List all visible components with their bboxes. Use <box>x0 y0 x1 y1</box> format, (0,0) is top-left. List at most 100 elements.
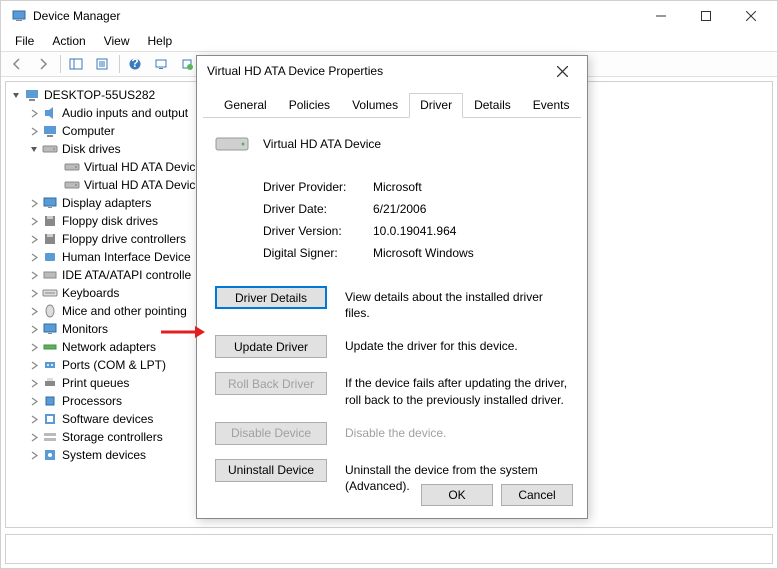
chevron-right-icon[interactable] <box>28 287 40 299</box>
help-button[interactable]: ? <box>123 53 147 75</box>
tree-label: Mice and other pointing <box>62 304 187 318</box>
status-bar <box>5 534 773 564</box>
tree-label: Virtual HD ATA Devic <box>84 178 195 192</box>
drive-icon <box>42 141 58 157</box>
tab-policies[interactable]: Policies <box>278 93 341 118</box>
tree-label: Storage controllers <box>62 430 163 444</box>
chevron-right-icon[interactable] <box>28 377 40 389</box>
chevron-down-icon[interactable] <box>28 143 40 155</box>
chevron-right-icon[interactable] <box>28 395 40 407</box>
date-value: 6/21/2006 <box>373 202 426 216</box>
audio-icon <box>42 105 58 121</box>
titlebar: Device Manager <box>1 1 777 31</box>
storage-icon <box>42 429 58 445</box>
properties-dialog: Virtual HD ATA Device Properties General… <box>196 55 588 519</box>
device-name: Virtual HD ATA Device <box>263 137 381 151</box>
monitor-icon <box>42 321 58 337</box>
keyboard-icon <box>42 285 58 301</box>
chevron-right-icon[interactable] <box>28 251 40 263</box>
forward-button[interactable] <box>31 53 55 75</box>
drive-icon <box>215 132 247 156</box>
chevron-right-icon[interactable] <box>28 215 40 227</box>
cancel-button[interactable]: Cancel <box>501 484 573 506</box>
cpu-icon <box>42 393 58 409</box>
show-hide-tree-button[interactable] <box>64 53 88 75</box>
properties-button[interactable] <box>90 53 114 75</box>
hid-icon <box>42 249 58 265</box>
tab-events[interactable]: Events <box>522 93 581 118</box>
chevron-right-icon[interactable] <box>28 305 40 317</box>
chevron-right-icon[interactable] <box>28 323 40 335</box>
tree-label: Computer <box>62 124 115 138</box>
uninstall-device-button[interactable]: Uninstall Device <box>215 459 327 482</box>
menu-view[interactable]: View <box>96 32 138 50</box>
computer-icon <box>42 123 58 139</box>
tab-driver[interactable]: Driver <box>409 93 463 118</box>
tree-label: IDE ATA/ATAPI controlle <box>62 268 191 282</box>
chevron-right-icon[interactable] <box>28 449 40 461</box>
tab-details[interactable]: Details <box>463 93 522 118</box>
tree-label: DESKTOP-55US282 <box>44 88 155 102</box>
svg-text:?: ? <box>131 57 138 70</box>
driver-info: Driver Provider:Microsoft Driver Date:6/… <box>263 176 569 264</box>
network-icon <box>42 339 58 355</box>
update-driver-button[interactable]: Update Driver <box>215 335 327 358</box>
chevron-down-icon[interactable] <box>10 89 22 101</box>
version-value: 10.0.19041.964 <box>373 224 456 238</box>
tree-label: Floppy disk drives <box>62 214 158 228</box>
ok-button[interactable]: OK <box>421 484 493 506</box>
update-driver-desc: Update the driver for this device. <box>345 335 569 354</box>
tree-label: Disk drives <box>62 142 121 156</box>
chevron-right-icon[interactable] <box>28 125 40 137</box>
tree-label: Ports (COM & LPT) <box>62 358 166 372</box>
floppy-icon <box>42 231 58 247</box>
scan-button[interactable] <box>149 53 173 75</box>
floppy-icon <box>42 213 58 229</box>
tab-general[interactable]: General <box>213 93 278 118</box>
tree-label: Network adapters <box>62 340 156 354</box>
disable-device-button[interactable]: Disable Device <box>215 422 327 445</box>
close-button[interactable] <box>728 2 773 30</box>
port-icon <box>42 357 58 373</box>
tree-label: Human Interface Device <box>62 250 191 264</box>
disable-device-desc: Disable the device. <box>345 422 569 441</box>
dialog-titlebar: Virtual HD ATA Device Properties <box>197 56 587 86</box>
drive-icon <box>64 177 80 193</box>
roll-back-driver-button[interactable]: Roll Back Driver <box>215 372 327 395</box>
tree-label: System devices <box>62 448 146 462</box>
date-label: Driver Date: <box>263 202 373 216</box>
chevron-right-icon[interactable] <box>28 359 40 371</box>
menubar: File Action View Help <box>1 31 777 51</box>
chevron-right-icon[interactable] <box>28 233 40 245</box>
tree-label: Virtual HD ATA Devic <box>84 160 195 174</box>
tree-label: Monitors <box>62 322 108 336</box>
tree-label: Processors <box>62 394 122 408</box>
menu-help[interactable]: Help <box>140 32 181 50</box>
mouse-icon <box>42 303 58 319</box>
tab-volumes[interactable]: Volumes <box>341 93 409 118</box>
dialog-title: Virtual HD ATA Device Properties <box>207 64 547 78</box>
provider-label: Driver Provider: <box>263 180 373 194</box>
dialog-close-button[interactable] <box>547 59 577 83</box>
minimize-button[interactable] <box>638 2 683 30</box>
chevron-right-icon[interactable] <box>28 341 40 353</box>
drive-icon <box>64 159 80 175</box>
signer-label: Digital Signer: <box>263 246 373 260</box>
printer-icon <box>42 375 58 391</box>
chevron-right-icon[interactable] <box>28 197 40 209</box>
chevron-right-icon[interactable] <box>28 413 40 425</box>
maximize-button[interactable] <box>683 2 728 30</box>
chevron-right-icon[interactable] <box>28 107 40 119</box>
computer-icon <box>24 87 40 103</box>
ide-icon <box>42 267 58 283</box>
chevron-right-icon[interactable] <box>28 431 40 443</box>
tree-label: Software devices <box>62 412 153 426</box>
chevron-right-icon[interactable] <box>28 269 40 281</box>
tab-bar: General Policies Volumes Driver Details … <box>203 86 581 118</box>
back-button[interactable] <box>5 53 29 75</box>
driver-details-button[interactable]: Driver Details <box>215 286 327 309</box>
menu-action[interactable]: Action <box>44 32 93 50</box>
system-icon <box>42 447 58 463</box>
provider-value: Microsoft <box>373 180 422 194</box>
menu-file[interactable]: File <box>7 32 42 50</box>
